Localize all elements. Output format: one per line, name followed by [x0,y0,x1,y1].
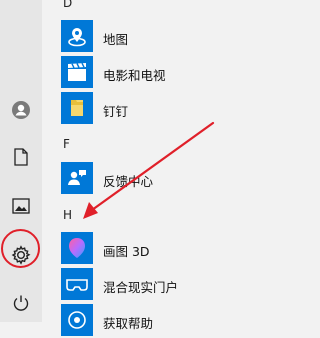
annotation-arrow-icon [83,121,215,219]
